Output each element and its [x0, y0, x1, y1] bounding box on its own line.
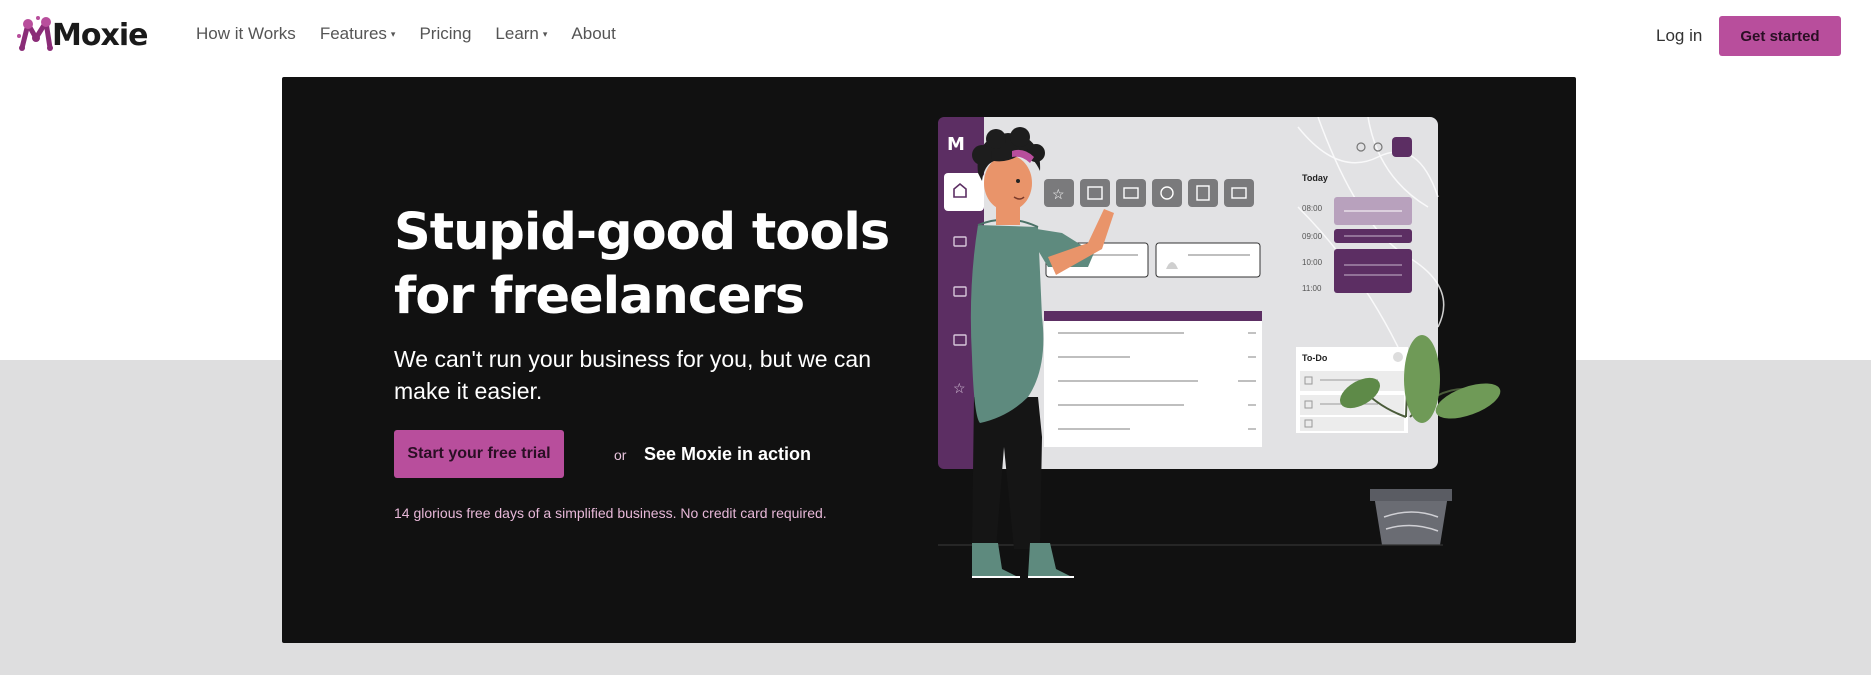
star-icon: ☆: [953, 380, 966, 396]
see-moxie-in-action-link[interactable]: See Moxie in action: [644, 444, 811, 465]
logo-wordmark: Moxie: [52, 17, 148, 53]
nav-how-it-works[interactable]: How it Works: [196, 24, 296, 44]
calendar-title: Today: [1302, 173, 1328, 183]
trial-note: 14 glorious free days of a simplified bu…: [394, 505, 827, 521]
app-logo-icon: M: [947, 134, 965, 155]
hero-headline: Stupid-good tools for freelancers: [394, 203, 890, 326]
main-nav: How it Works Features ▾ Pricing Learn ▾ …: [196, 24, 640, 44]
nav-learn[interactable]: Learn ▾: [495, 24, 547, 44]
login-link[interactable]: Log in: [1656, 26, 1702, 46]
nav-features[interactable]: Features ▾: [320, 24, 396, 44]
nav-label: Features: [319, 24, 387, 43]
get-started-button[interactable]: Get started: [1719, 16, 1841, 56]
todo-title: To-Do: [1302, 353, 1328, 363]
nav-about[interactable]: About: [571, 24, 615, 44]
caret-down-icon: ▾: [542, 28, 548, 39]
nav-label: How it Works: [196, 24, 296, 43]
caret-down-icon: ▾: [390, 28, 396, 39]
site-header: Moxie How it Works Features ▾ Pricing Le…: [0, 0, 1871, 72]
hero-section: Stupid-good tools for freelancers We can…: [282, 77, 1576, 643]
hero-subheadline: We can't run your business for you, but …: [394, 346, 871, 404]
moxie-logo-icon: [17, 16, 53, 51]
time-label: 09:00: [1302, 232, 1323, 241]
user-avatar: [1392, 137, 1412, 157]
calendar-event: [1334, 249, 1412, 293]
app-table: [1044, 311, 1262, 447]
time-label: 10:00: [1302, 258, 1323, 267]
time-label: 11:00: [1302, 284, 1322, 293]
nav-pricing[interactable]: Pricing: [419, 24, 471, 44]
svg-text:☆: ☆: [1052, 186, 1065, 202]
or-text: or: [614, 447, 627, 463]
start-free-trial-button[interactable]: Start your free trial: [394, 430, 564, 478]
nav-label: About: [571, 24, 616, 43]
nav-label: Learn: [495, 24, 539, 43]
sidebar-home-tab: [944, 173, 984, 211]
logo[interactable]: Moxie: [16, 14, 148, 56]
nav-label: Pricing: [419, 24, 472, 43]
time-label: 08:00: [1302, 204, 1323, 213]
hero-illustration: M ☆ ☆ Today 08:00 09:00 10:00 11:00 To-D…: [938, 117, 1501, 578]
